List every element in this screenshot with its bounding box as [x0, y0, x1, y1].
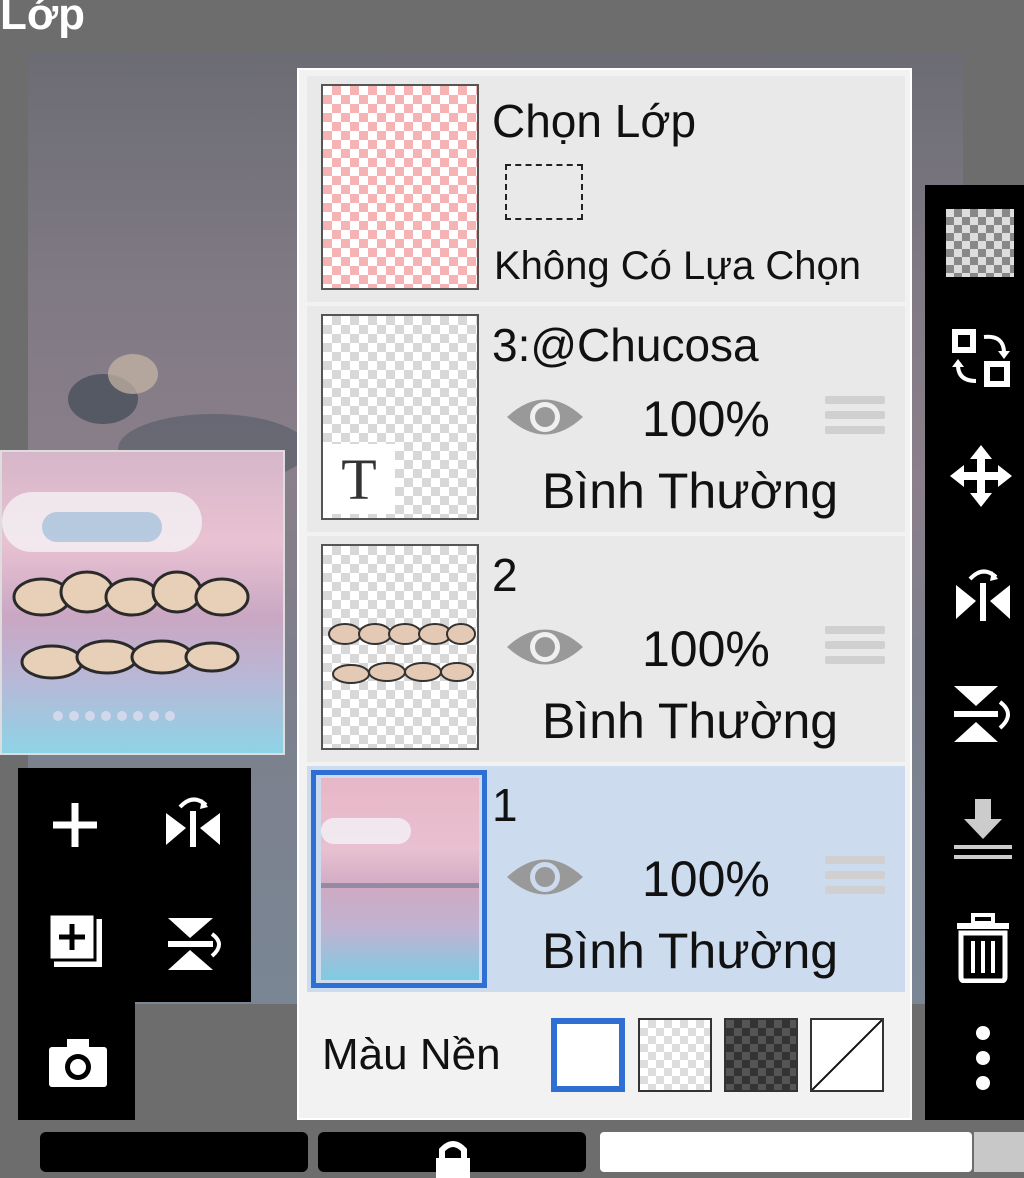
- layers-panel: Chọn Lớp Không Có Lựa Chọn T 3:@Chucosa …: [297, 68, 912, 1120]
- background-transparent-dark-swatch[interactable]: [724, 1018, 798, 1092]
- blend-mode[interactable]: Bình Thường: [542, 692, 838, 750]
- background-none-swatch[interactable]: [810, 1018, 884, 1092]
- drag-handle-icon[interactable]: [825, 626, 885, 671]
- camera-icon[interactable]: [40, 1025, 115, 1100]
- eye-icon[interactable]: [505, 622, 585, 672]
- bottom-lock-button[interactable]: [318, 1132, 586, 1178]
- layer-name: 1: [492, 779, 518, 831]
- layer-opacity[interactable]: 100%: [642, 850, 770, 908]
- layer-thumbnail: [321, 544, 479, 750]
- add-layer-icon[interactable]: [40, 790, 110, 860]
- layer-thumbnail: [321, 778, 479, 980]
- swap-icon[interactable]: [945, 322, 1017, 394]
- background-transparent-light-swatch[interactable]: [638, 1018, 712, 1092]
- selection-layer-row[interactable]: Chọn Lớp Không Có Lựa Chọn: [307, 76, 905, 302]
- duplicate-layer-icon[interactable]: [40, 905, 115, 980]
- artwork-thumbnail[interactable]: [0, 450, 285, 755]
- trash-icon[interactable]: [945, 910, 1020, 985]
- layer-row-selected[interactable]: 1 100% Bình Thường: [307, 766, 905, 992]
- flip-horizontal-icon[interactable]: [945, 560, 1020, 635]
- flip-vertical-icon[interactable]: [945, 675, 1020, 750]
- selection-status: Không Có Lựa Chọn: [494, 244, 862, 288]
- layer-opacity[interactable]: 100%: [642, 620, 770, 678]
- selection-marquee-icon: [505, 164, 583, 220]
- more-icon[interactable]: [945, 1020, 1020, 1095]
- layer-name: 3:@Chucosa: [492, 319, 759, 371]
- layer-opacity[interactable]: 100%: [642, 390, 770, 448]
- drag-handle-icon[interactable]: [825, 856, 885, 901]
- background-color-label: Màu Nền: [322, 1030, 501, 1079]
- bottom-gray-button[interactable]: [974, 1132, 1024, 1172]
- flip-vertical-icon[interactable]: [155, 905, 230, 980]
- text-layer-badge: T: [323, 444, 395, 514]
- selection-layer-title: Chọn Lớp: [492, 95, 697, 147]
- eye-icon[interactable]: [505, 852, 585, 902]
- transparency-icon[interactable]: [945, 205, 1015, 280]
- bottom-tool-button[interactable]: [40, 1132, 308, 1172]
- merge-down-icon[interactable]: [945, 790, 1020, 865]
- drag-handle-icon[interactable]: [825, 396, 885, 441]
- selection-layer-thumbnail: [321, 84, 479, 290]
- move-icon[interactable]: [945, 440, 1017, 512]
- bottom-white-button[interactable]: [600, 1132, 972, 1172]
- blend-mode[interactable]: Bình Thường: [542, 462, 838, 520]
- background-white-swatch[interactable]: [551, 1018, 625, 1092]
- layer-row[interactable]: 2 100% Bình Thường: [307, 536, 905, 762]
- eye-icon[interactable]: [505, 392, 585, 442]
- blend-mode[interactable]: Bình Thường: [542, 922, 838, 980]
- page-title: Lớp: [0, 0, 86, 39]
- layer-thumbnail: T: [321, 314, 479, 520]
- layer-row[interactable]: T 3:@Chucosa 100% Bình Thường: [307, 306, 905, 532]
- layer-name: 2: [492, 549, 518, 601]
- flip-horizontal-icon[interactable]: [155, 790, 230, 865]
